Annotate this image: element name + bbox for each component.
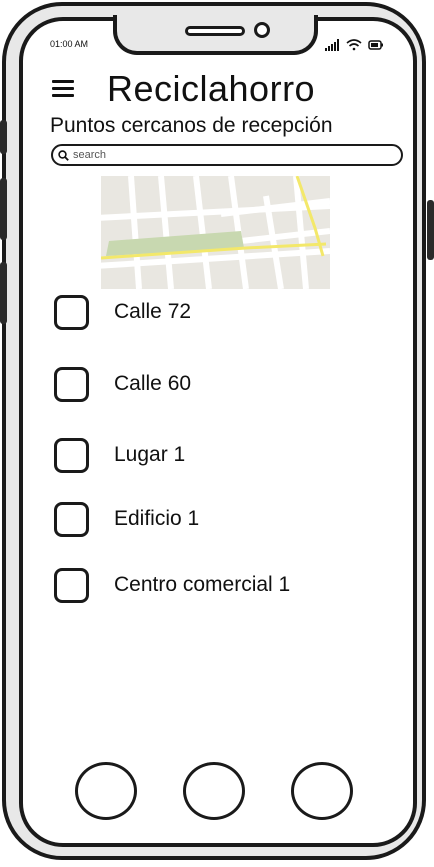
phone-screen [19,17,417,847]
side-button-left-mid [0,178,7,240]
side-button-left-top [0,120,7,154]
checkbox[interactable] [54,437,89,473]
checkbox[interactable] [54,294,89,330]
signal-icon [325,39,339,51]
list-item[interactable]: Lugar 1 [54,436,354,474]
battery-icon [368,40,383,50]
nav-button-1[interactable] [75,762,137,820]
list-item[interactable]: Calle 72 [54,293,354,331]
list-item[interactable]: Edificio 1 [54,500,354,538]
search-icon [58,149,69,161]
search-bar[interactable] [51,144,403,166]
checkbox[interactable] [54,501,89,537]
list-item-label: Calle 60 [114,372,192,395]
side-button-right [427,200,434,260]
wifi-icon [346,39,362,51]
search-input[interactable] [73,149,373,161]
list-item-label: Calle 72 [114,300,192,323]
checkbox[interactable] [54,567,89,603]
app-title: Reciclahorro [107,68,316,109]
camera [254,22,270,38]
nav-button-2[interactable] [183,762,245,820]
list-item-label: Edificio 1 [114,507,200,530]
list-item-label: Lugar 1 [114,443,186,466]
speaker [185,26,245,36]
hamburger-icon[interactable] [52,80,74,98]
list-item[interactable]: Centro comercial 1 [54,566,354,604]
checkbox[interactable] [54,366,89,402]
list-item[interactable]: Calle 60 [54,365,354,403]
list-item-label: Centro comercial 1 [114,573,291,596]
nav-button-3[interactable] [291,762,353,820]
status-icons [325,39,383,51]
side-button-left-low [0,262,7,324]
map-thumbnail[interactable] [101,176,330,289]
status-time: 01:00 AM [50,39,89,49]
page-subtitle: Puntos cercanos de recepción [50,114,333,137]
